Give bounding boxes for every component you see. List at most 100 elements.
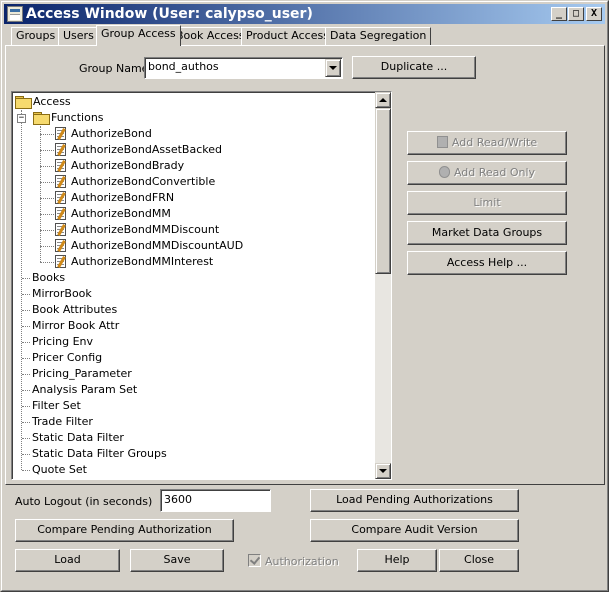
tree-node-function[interactable]: AuthorizeBondMMDiscountAUD <box>71 238 243 254</box>
duplicate-button[interactable]: Duplicate ... <box>352 56 476 79</box>
tab-group-access[interactable]: Group Access <box>96 25 181 46</box>
tree-guide-line <box>22 406 30 407</box>
tree-guide-line <box>40 246 54 247</box>
tree-guide-line <box>40 126 41 262</box>
group-name-combo[interactable]: bond_authos <box>144 57 343 79</box>
tree-guide-line <box>22 310 30 311</box>
tree-node-function[interactable]: AuthorizeBondFRN <box>71 190 174 206</box>
permission-document-icon <box>55 255 66 268</box>
tree-guide-line <box>40 134 54 135</box>
tree-node[interactable]: Books <box>32 270 65 286</box>
tree-guide-line <box>40 230 54 231</box>
tree-guide-line <box>22 358 30 359</box>
tree-node-functions[interactable]: Functions <box>51 110 104 126</box>
permission-document-icon <box>55 159 66 172</box>
permission-document-icon <box>55 143 66 156</box>
permission-document-icon <box>55 207 66 220</box>
tree-guide-line <box>22 374 30 375</box>
tab-data-segregation[interactable]: Data Segregation <box>325 27 432 45</box>
maximize-button[interactable]: □ <box>568 7 584 21</box>
tree-guide-line <box>22 278 30 279</box>
group-name-label: Group Name <box>79 62 149 75</box>
tree-guide-line <box>22 438 30 439</box>
tree-node-function[interactable]: AuthorizeBondBrady <box>71 158 184 174</box>
authorization-label: Authorization <box>265 555 339 568</box>
add-read-write-button[interactable]: Add Read/Write <box>407 131 567 155</box>
access-tree[interactable]: Access − Functions AuthorizeBond AuthorizeBo… <box>11 91 392 480</box>
glasses-icon <box>438 166 450 178</box>
scroll-up-button[interactable] <box>375 92 391 108</box>
tree-node-function[interactable]: AuthorizeBondAssetBacked <box>71 142 222 158</box>
tree-node-function[interactable]: AuthorizeBondMMDiscount <box>71 222 219 238</box>
tree-guide-line <box>22 294 30 295</box>
tab-product-access[interactable]: Product Access <box>241 27 334 45</box>
pencil-icon <box>436 136 448 148</box>
access-help-button[interactable]: Access Help ... <box>407 251 567 275</box>
close-window-button[interactable]: X <box>586 7 602 21</box>
market-data-groups-button[interactable]: Market Data Groups <box>407 221 567 245</box>
scroll-thumb[interactable] <box>375 108 391 274</box>
arrow-down-icon <box>379 469 387 473</box>
chevron-down-icon <box>329 66 337 70</box>
tree-node-function[interactable]: AuthorizeBondMM <box>71 206 171 222</box>
permission-document-icon <box>55 223 66 236</box>
tree-node[interactable]: Book Attributes <box>32 302 117 318</box>
open-folder-icon <box>33 112 50 125</box>
tree-guide-line <box>40 166 54 167</box>
tree-node[interactable]: Mirror Book Attr <box>32 318 119 334</box>
tree-guide-line <box>22 326 30 327</box>
tree-node[interactable]: Analysis Param Set <box>32 382 137 398</box>
tree-guide-line <box>22 454 30 455</box>
permission-document-icon <box>55 191 66 204</box>
tree-guide-line <box>40 198 54 199</box>
authorization-checkbox[interactable] <box>248 554 261 567</box>
tree-vertical-scrollbar[interactable] <box>375 92 391 479</box>
collapse-icon[interactable]: − <box>17 114 26 123</box>
group-name-dropdown-button[interactable] <box>325 59 341 77</box>
minimize-button[interactable]: _ <box>551 7 567 21</box>
tree-node[interactable]: Trade Filter <box>32 414 93 430</box>
tree-node[interactable]: MirrorBook <box>32 286 92 302</box>
tree-guide-line <box>22 390 30 391</box>
window-title: Access Window (User: calypso_user) <box>26 6 313 22</box>
tree-node-function[interactable]: AuthorizeBondConvertible <box>71 174 215 190</box>
tree-node[interactable]: Pricing_Parameter <box>32 366 132 382</box>
title-bar[interactable]: Access Window (User: calypso_user) _ □ X <box>4 4 605 24</box>
tree-guide-line <box>40 214 54 215</box>
arrow-up-icon <box>379 98 387 102</box>
tab-users[interactable]: Users <box>58 27 99 45</box>
tab-book-access[interactable]: Book Access <box>171 27 250 45</box>
tab-groups[interactable]: Groups <box>11 27 61 45</box>
tree-node[interactable]: Filter Set <box>32 398 81 414</box>
tree-node-access[interactable]: Access <box>33 94 71 110</box>
save-button[interactable]: Save <box>130 549 224 572</box>
tree-node[interactable]: Static Data Filter Groups <box>32 446 167 462</box>
tree-node[interactable]: Static Data Filter <box>32 430 124 446</box>
auto-logout-input[interactable]: 3600 <box>160 489 271 512</box>
permission-document-icon <box>55 127 66 140</box>
compare-pending-authorization-button[interactable]: Compare Pending Authorization <box>15 519 234 542</box>
tree-node[interactable]: Pricer Config <box>32 350 102 366</box>
tree-guide-line <box>22 422 30 423</box>
tree-node[interactable]: Quote Set <box>32 462 87 478</box>
close-button[interactable]: Close <box>439 549 519 572</box>
load-pending-authorizations-button[interactable]: Load Pending Authorizations <box>310 489 519 512</box>
tree-node-function[interactable]: AuthorizeBondMMInterest <box>71 254 213 270</box>
tree-guide-line <box>22 342 30 343</box>
tree-guide-line <box>22 470 30 471</box>
tree-guide-line <box>21 110 22 470</box>
tree-node-function[interactable]: AuthorizeBond <box>71 126 152 142</box>
tree-guide-line <box>40 262 54 263</box>
app-window-icon <box>7 6 23 22</box>
help-button[interactable]: Help <box>357 549 437 572</box>
limit-button[interactable]: Limit <box>407 191 567 215</box>
load-button[interactable]: Load <box>15 549 120 572</box>
add-read-only-button[interactable]: Add Read Only <box>407 161 567 185</box>
compare-audit-version-button[interactable]: Compare Audit Version <box>310 519 519 542</box>
access-window: Access Window (User: calypso_user) _ □ X… <box>0 0 609 592</box>
scroll-down-button[interactable] <box>375 463 391 479</box>
permission-document-icon <box>55 239 66 252</box>
tree-guide-line <box>40 182 54 183</box>
tree-node[interactable]: Pricing Env <box>32 334 93 350</box>
folder-icon <box>15 96 32 109</box>
